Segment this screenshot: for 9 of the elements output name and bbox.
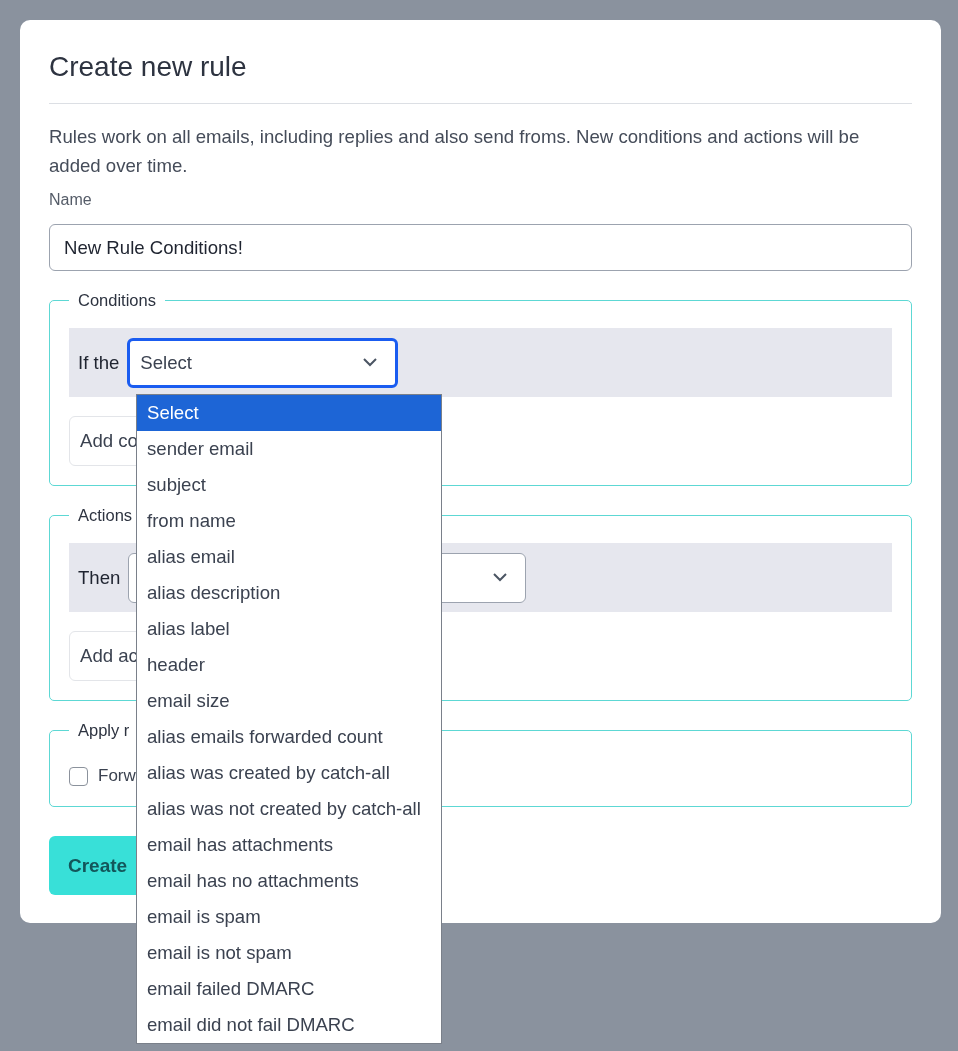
group-legend: Conditions	[69, 291, 165, 310]
dialog-title: Create new rule	[49, 50, 248, 84]
group-legend: Actions	[69, 506, 142, 525]
checkbox-label: Forw	[98, 766, 136, 786]
row-label: If the	[78, 351, 120, 374]
description-text: Rules work on all emails, including replies and also send froms. New conditions and actions will be added over time.	[49, 125, 861, 178]
group-legend: Apply r	[69, 721, 139, 740]
field-label: Name	[49, 191, 93, 209]
row-label: Then	[78, 566, 121, 589]
